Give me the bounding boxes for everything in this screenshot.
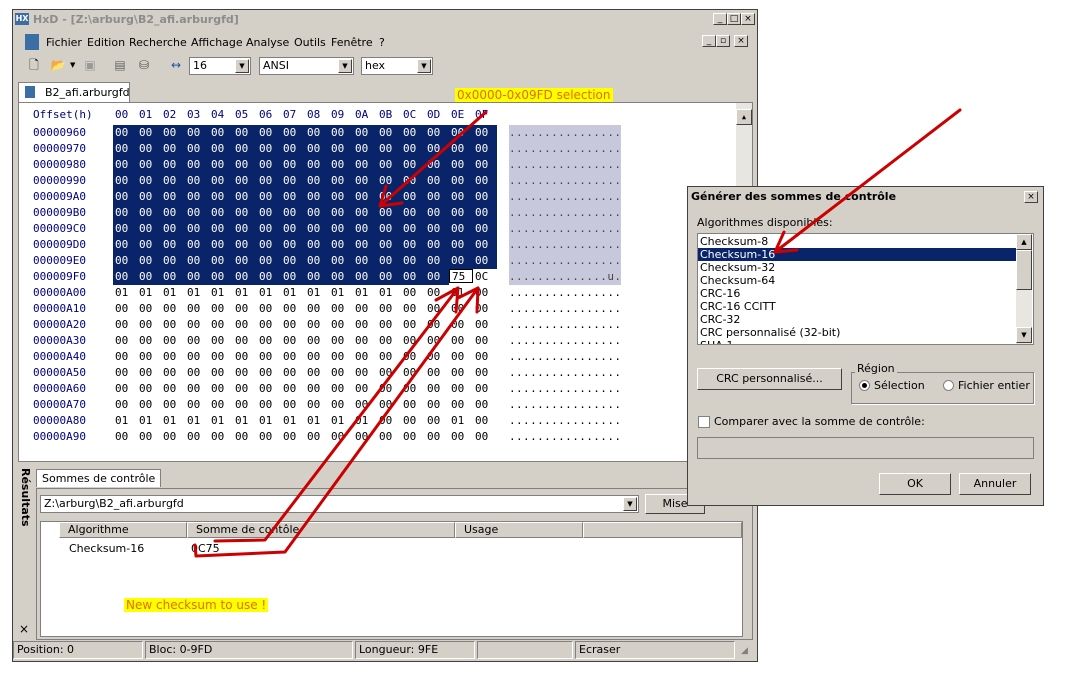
arrow-to-byte-0c [193, 286, 480, 558]
arrow-to-algorithm [773, 108, 962, 254]
arrow-to-byte-75 [213, 286, 460, 543]
arrow-to-selection [378, 110, 488, 208]
annotation-arrows [193, 108, 962, 558]
